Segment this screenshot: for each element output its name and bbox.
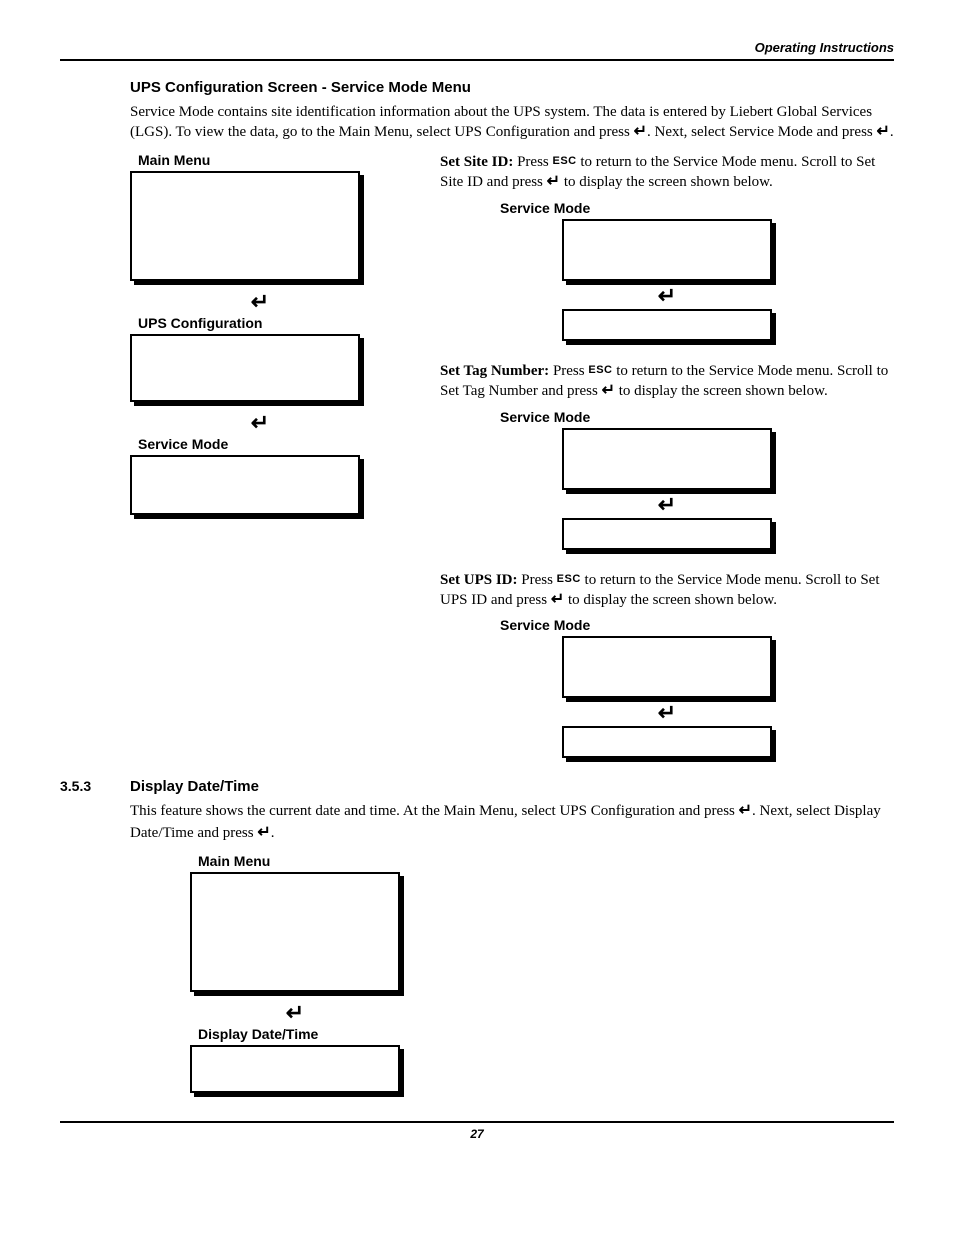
screen-display-datetime	[190, 1045, 400, 1093]
enter-icon: ↵	[257, 822, 270, 844]
text: to display the screen shown below.	[560, 174, 773, 190]
running-header: Operating Instructions	[60, 40, 894, 61]
screen-ups-id-bottom	[562, 726, 772, 758]
enter-icon: ↵	[547, 171, 560, 193]
label-display-datetime: Display Date/Time	[198, 1026, 894, 1042]
enter-icon: ↵	[551, 589, 564, 611]
enter-icon: ↵	[602, 380, 615, 402]
text: Press	[549, 363, 588, 379]
screen-service-mode	[130, 455, 360, 515]
service-mode-block: Service Mode	[130, 436, 390, 515]
screen-site-id-top	[562, 219, 772, 281]
left-column: Main Menu ↵ UPS Configuration ↵ Service …	[130, 152, 390, 763]
main-menu-block-2: Main Menu	[190, 853, 894, 992]
label-service-mode: Service Mode	[500, 409, 590, 425]
intro-paragraph-1: Service Mode contains site identificatio…	[130, 102, 894, 144]
datetime-screens: Main Menu ↵ Display Date/Time	[190, 853, 894, 1093]
section-heading-display-datetime: Display Date/Time	[130, 778, 259, 795]
page-footer: 27	[60, 1121, 894, 1141]
screen-tag-bottom	[562, 518, 772, 550]
term-set-tag-number: Set Tag Number:	[440, 363, 549, 379]
esc-icon: ESC	[588, 363, 612, 378]
enter-icon: ↵	[658, 285, 676, 307]
enter-icon: ↵	[634, 121, 647, 143]
label-main-menu: Main Menu	[198, 853, 894, 869]
set-ups-id-para: Set UPS ID: Press ESC to return to the S…	[440, 570, 894, 612]
text: This feature shows the current date and …	[130, 804, 739, 820]
label-main-menu: Main Menu	[138, 152, 390, 168]
site-id-screens: Service Mode ↵	[440, 200, 894, 341]
esc-icon: ESC	[557, 572, 581, 587]
enter-icon: ↵	[877, 121, 890, 143]
text: Press	[518, 572, 557, 588]
label-ups-config: UPS Configuration	[138, 315, 390, 331]
label-service-mode: Service Mode	[138, 436, 390, 452]
two-column-layout: Main Menu ↵ UPS Configuration ↵ Service …	[130, 152, 894, 763]
main-menu-block: Main Menu	[130, 152, 390, 281]
text: .	[271, 825, 275, 841]
enter-icon: ↵	[130, 412, 390, 434]
label-service-mode: Service Mode	[500, 200, 590, 216]
term-set-ups-id: Set UPS ID:	[440, 572, 518, 588]
enter-icon: ↵	[739, 800, 752, 822]
screen-main-menu-2	[190, 872, 400, 992]
screen-site-id-bottom	[562, 309, 772, 341]
enter-icon: ↵	[658, 494, 676, 516]
page-number: 27	[470, 1127, 483, 1141]
enter-icon: ↵	[658, 702, 676, 724]
term-set-site-id: Set Site ID:	[440, 154, 513, 170]
ups-config-block: UPS Configuration	[130, 315, 390, 402]
section-3-5-3-row: 3.5.3 Display Date/Time	[60, 778, 894, 795]
text: . Next, select Service Mode and press	[647, 124, 877, 140]
label-service-mode: Service Mode	[500, 617, 590, 633]
enter-icon: ↵	[130, 291, 390, 313]
section-title-ups-config: UPS Configuration Screen - Service Mode …	[130, 79, 894, 96]
display-datetime-intro: This feature shows the current date and …	[130, 801, 894, 844]
enter-icon: ↵	[190, 1002, 400, 1024]
set-tag-number-para: Set Tag Number: Press ESC to return to t…	[440, 361, 894, 403]
display-datetime-block: Display Date/Time	[190, 1026, 894, 1093]
text: .	[890, 124, 894, 140]
text: Press	[513, 154, 552, 170]
set-site-id-para: Set Site ID: Press ESC to return to the …	[440, 152, 894, 194]
text: to display the screen shown below.	[615, 383, 828, 399]
right-column: Set Site ID: Press ESC to return to the …	[440, 152, 894, 763]
screen-ups-config	[130, 334, 360, 402]
tag-number-screens: Service Mode ↵	[440, 409, 894, 550]
text: to display the screen shown below.	[564, 592, 777, 608]
section-number: 3.5.3	[60, 778, 130, 794]
screen-tag-top	[562, 428, 772, 490]
screen-ups-id-top	[562, 636, 772, 698]
ups-id-screens: Service Mode ↵	[440, 617, 894, 758]
esc-icon: ESC	[553, 154, 577, 169]
screen-main-menu	[130, 171, 360, 281]
